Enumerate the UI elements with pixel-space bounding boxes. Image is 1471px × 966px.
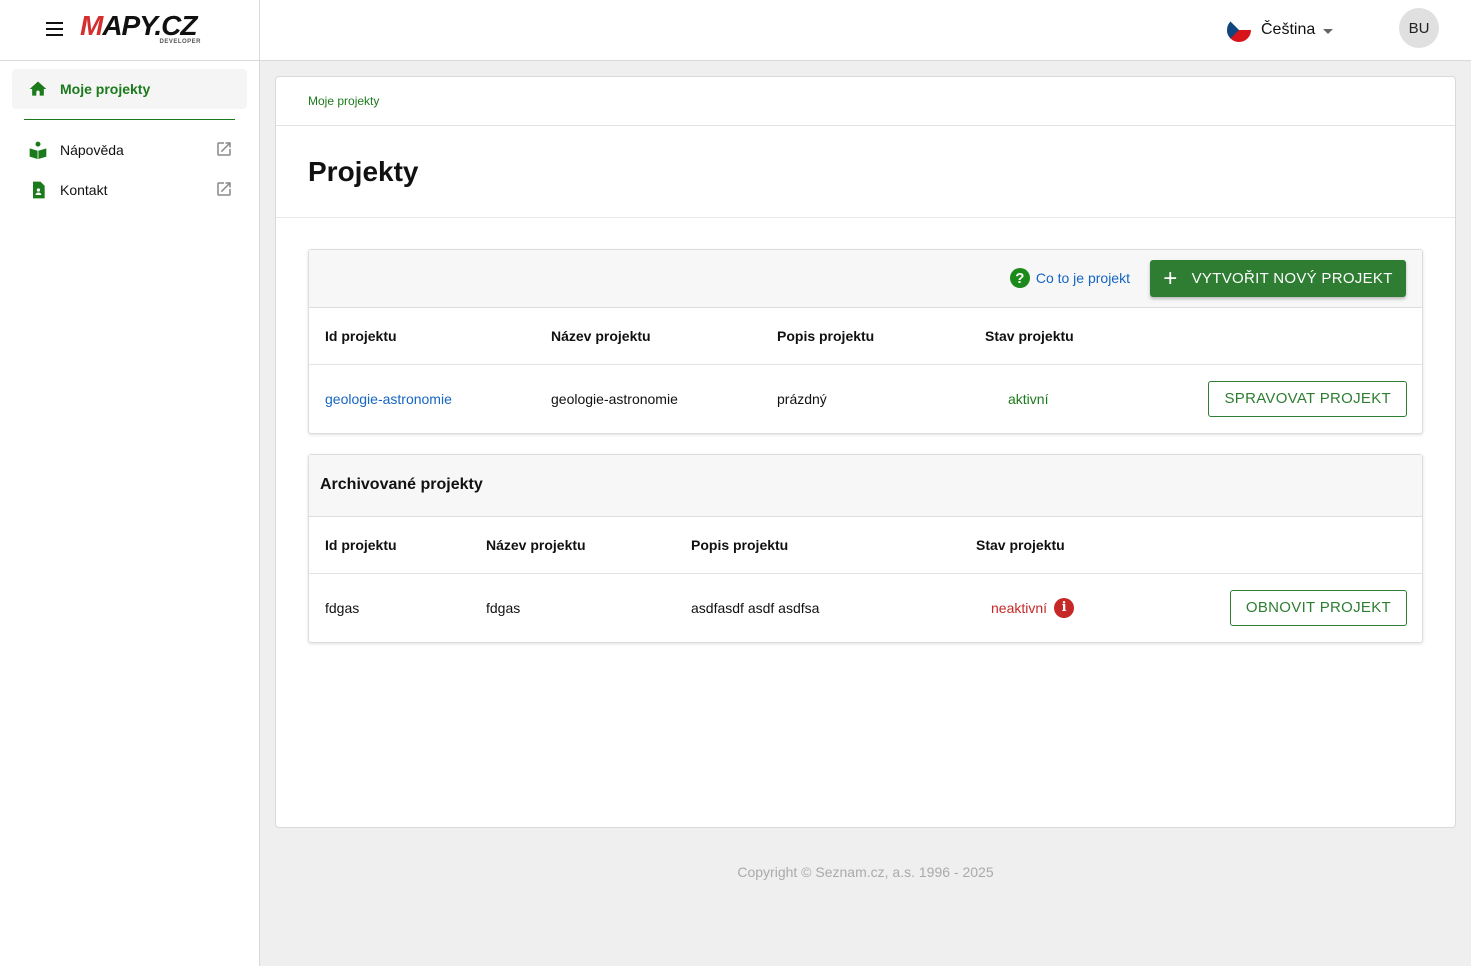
help-link-label: Co to je projekt — [1035, 270, 1130, 286]
project-name: geologie-astronomie — [551, 390, 678, 407]
column-header: Název projektu — [535, 308, 761, 365]
column-header: Id projektu — [309, 517, 470, 574]
sidebar-item-label: Kontakt — [60, 182, 108, 198]
mapy-logo[interactable]: MAPY.CZ DEVELOPER — [80, 12, 205, 46]
user-avatar[interactable]: BU — [1399, 8, 1439, 48]
menu-icon[interactable] — [46, 22, 63, 36]
column-header: Stav projektu — [969, 308, 1169, 365]
page-title: Projekty — [308, 155, 419, 187]
sidebar-item-my-projects[interactable]: Moje projekty — [12, 69, 247, 109]
project-name: fdgas — [486, 599, 521, 616]
column-header-actions — [1169, 308, 1422, 365]
status-label: neaktivní — [991, 599, 1048, 616]
breadcrumb: Moje projekty — [276, 77, 1455, 126]
chevron-down-icon — [1323, 28, 1334, 34]
help-icon: ? — [1009, 268, 1030, 288]
language-label: Čeština — [1261, 21, 1316, 38]
contact-icon — [28, 180, 48, 200]
project-description: prázdný — [777, 390, 827, 407]
footer-copyright: Copyright © Seznam.cz, a.s. 1996 - 2025 — [737, 864, 994, 880]
external-link-icon — [215, 140, 233, 158]
czech-flag-icon — [1227, 18, 1251, 42]
project-id: fdgas — [325, 599, 360, 616]
status-badge: neaktivní i — [976, 597, 1075, 618]
sidebar-item-label: Nápověda — [60, 142, 124, 158]
create-project-label: VYTVOŘIT NOVÝ PROJEKT — [1191, 270, 1393, 287]
reader-icon — [28, 140, 48, 160]
sidebar-item-help[interactable]: Nápověda — [12, 130, 247, 170]
sidebar: MAPY.CZ DEVELOPER Moje projekty Nápověda… — [0, 0, 260, 966]
column-header: Stav projektu — [960, 517, 1160, 574]
sidebar-item-contact[interactable]: Kontakt — [12, 170, 247, 210]
column-header: Popis projektu — [675, 517, 960, 574]
project-id-link[interactable]: geologie-astronomie — [325, 391, 452, 407]
sidebar-nav: Moje projekty Nápověda Kontakt — [0, 61, 259, 210]
external-link-icon — [215, 180, 233, 198]
projects-panel: ? Co to je projekt + VYTVOŘIT NOVÝ PROJE… — [308, 249, 1423, 434]
info-icon[interactable]: i — [1054, 597, 1075, 618]
manage-project-button[interactable]: SPRAVOVAT PROJEKT — [1208, 380, 1407, 417]
title-area: Projekty — [276, 126, 1455, 218]
top-bar: Čeština BU — [260, 0, 1471, 61]
table-row: geologie-astronomie geologie-astronomie … — [309, 364, 1422, 433]
sidebar-divider — [24, 119, 235, 120]
archived-title: Archivované projekty — [320, 476, 483, 493]
home-icon — [28, 79, 48, 99]
projects-table: Id projektu Název projektu Popis projekt… — [309, 308, 1422, 433]
main-card: Moje projekty Projekty ? Co to je projek… — [275, 76, 1456, 828]
column-header: Popis projektu — [761, 308, 969, 365]
column-header: Id projektu — [309, 308, 535, 365]
plus-icon: + — [1163, 264, 1178, 292]
restore-project-button[interactable]: OBNOVIT PROJEKT — [1229, 589, 1407, 626]
sidebar-header: MAPY.CZ DEVELOPER — [0, 0, 259, 61]
project-description: asdfasdf asdf asdfsa — [691, 599, 820, 616]
table-header-row: Id projektu Název projektu Popis projekt… — [309, 517, 1422, 574]
column-header: Název projektu — [470, 517, 675, 574]
archived-table: Id projektu Název projektu Popis projekt… — [309, 517, 1422, 642]
archived-panel: Archivované projekty Id projektu Název p… — [308, 454, 1423, 643]
projects-toolbar: ? Co to je projekt + VYTVOŘIT NOVÝ PROJE… — [309, 250, 1422, 308]
language-selector[interactable]: Čeština — [1227, 18, 1334, 42]
create-project-button[interactable]: + VYTVOŘIT NOVÝ PROJEKT — [1150, 260, 1406, 297]
what-is-project-link[interactable]: ? Co to je projekt — [1009, 268, 1130, 288]
status-badge: aktivní — [1008, 390, 1049, 407]
breadcrumb-my-projects[interactable]: Moje projekty — [308, 94, 379, 108]
sidebar-item-label: Moje projekty — [60, 81, 151, 97]
table-header-row: Id projektu Název projektu Popis projekt… — [309, 308, 1422, 365]
archived-header: Archivované projekty — [309, 455, 1422, 517]
column-header-actions — [1160, 517, 1422, 574]
table-row: fdgas fdgas asdfasdf asdf asdfsa neaktiv… — [309, 573, 1422, 642]
